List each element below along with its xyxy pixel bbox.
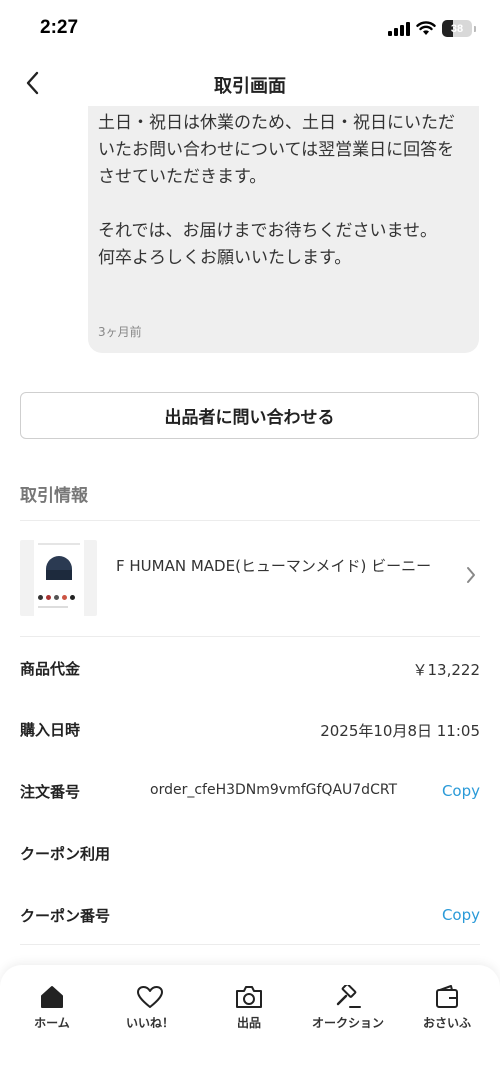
tab-home[interactable]: ホーム — [2, 985, 102, 1031]
wallet-icon — [436, 985, 458, 1008]
coupon-number-row: クーポン番号 Copy — [20, 901, 480, 931]
tab-label: おさいふ — [422, 1016, 471, 1030]
chevron-right-icon — [467, 567, 475, 583]
divider — [20, 520, 480, 521]
tab-likes[interactable]: いいね！ — [100, 985, 200, 1031]
order-number-value: order_cfeH3DNm9vmfGfQAU7dCRT — [150, 782, 398, 798]
order-number-row: 注文番号 order_cfeH3DNm9vmfGfQAU7dCRT Copy — [20, 777, 480, 807]
message-bubble: 平日の10:00～17:00となっております。 土日・祝日は休業のため、土日・祝… — [88, 90, 479, 353]
message-time: 3ヶ月前 — [98, 325, 142, 339]
item-row[interactable]: F HUMAN MADE(ヒューマンメイド) ビーニー — [20, 540, 480, 616]
tab-label: いいね！ — [125, 1016, 174, 1030]
battery-level: 38 — [450, 22, 464, 35]
price-row: 商品代金 ￥13,222 — [20, 654, 480, 684]
tab-auction[interactable]: オークション — [298, 985, 398, 1031]
tab-label: ホーム — [34, 1016, 70, 1030]
divider — [20, 636, 480, 637]
nav-header: 取引画面 — [0, 60, 500, 106]
copy-coupon-number-button[interactable]: Copy — [442, 906, 480, 924]
gavel-icon — [336, 985, 361, 1008]
item-thumbnail — [20, 540, 97, 616]
divider — [20, 944, 480, 945]
section-heading: 取引情報 — [20, 486, 88, 506]
copy-order-number-button[interactable]: Copy — [442, 782, 480, 800]
tab-label: オークション — [311, 1016, 384, 1030]
tab-label: 出品 — [236, 1016, 261, 1030]
tab-sell[interactable]: 出品 — [199, 985, 299, 1031]
contact-seller-button[interactable]: 出品者に問い合わせる — [20, 392, 479, 439]
purchase-date-row: 購入日時 2025年10月8日 11:05 — [20, 715, 480, 745]
bottom-tab-bar: ホーム いいね！ 出品 オークション おさいふ — [0, 965, 500, 1080]
camera-icon — [236, 986, 262, 1008]
signal-icon — [388, 21, 410, 36]
purchase-date-value: 2025年10月8日 11:05 — [320, 722, 480, 740]
item-title: F HUMAN MADE(ヒューマンメイド) ビーニー — [116, 557, 432, 575]
coupon-use-label: クーポン利用 — [20, 845, 111, 863]
battery-icon: 38 — [442, 20, 472, 37]
wifi-icon — [416, 21, 436, 35]
purchase-date-label: 購入日時 — [20, 721, 81, 739]
home-icon — [41, 986, 63, 1008]
price-value: ￥13,222 — [412, 661, 481, 679]
coupon-number-label: クーポン番号 — [20, 907, 111, 925]
heart-icon — [137, 986, 163, 1008]
page-title: 取引画面 — [214, 76, 286, 97]
status-icons: 38 — [388, 20, 476, 37]
message-text: 平日の10:00～17:00となっております。 土日・祝日は休業のため、土日・祝… — [98, 90, 455, 268]
price-label: 商品代金 — [20, 660, 81, 678]
tab-wallet[interactable]: おさいふ — [397, 985, 497, 1031]
coupon-use-row: クーポン利用 — [20, 839, 480, 869]
order-number-label: 注文番号 — [20, 783, 81, 801]
status-time: 2:27 — [40, 17, 79, 38]
status-bar: 2:27 38 — [0, 0, 500, 60]
